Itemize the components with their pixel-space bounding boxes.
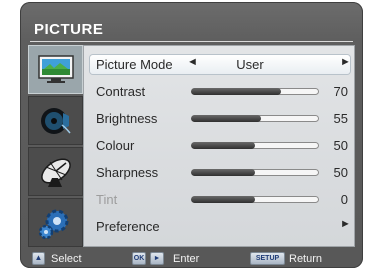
contrast-row[interactable]: Contrast 70 xyxy=(90,82,350,101)
setup-key-icon: SETUP xyxy=(250,252,285,265)
brightness-slider-fill xyxy=(191,115,262,122)
left-arrow-icon[interactable]: ◄ xyxy=(187,56,198,68)
brightness-value: 55 xyxy=(333,111,348,126)
settings-panel: Picture Mode ◄ User ► Contrast 70 Brightne… xyxy=(83,45,355,247)
return-hint: Return xyxy=(289,253,323,265)
picture-mode-value: User xyxy=(236,57,264,72)
sharpness-row[interactable]: Sharpness 50 xyxy=(90,163,350,182)
picture-icon xyxy=(38,55,74,83)
contrast-label: Contrast xyxy=(96,84,146,99)
contrast-slider-fill xyxy=(191,88,281,95)
sharpness-label: Sharpness xyxy=(96,165,159,180)
colour-slider[interactable] xyxy=(191,142,319,149)
enter-hint: Enter xyxy=(173,253,200,265)
picture-mode-label: Picture Mode xyxy=(96,57,173,72)
tint-value: 0 xyxy=(340,192,348,207)
tab-channel[interactable] xyxy=(28,147,83,196)
contrast-value: 70 xyxy=(333,84,348,99)
right-arrow-icon: ► xyxy=(340,218,351,230)
colour-label: Colour xyxy=(96,138,135,153)
tint-slider xyxy=(191,196,319,203)
colour-row[interactable]: Colour 50 xyxy=(90,136,350,155)
tint-row: Tint 0 xyxy=(90,190,350,209)
ok-key-icon: OK xyxy=(132,252,146,265)
satellite-dish-icon xyxy=(41,158,71,187)
colour-slider-fill xyxy=(191,142,255,149)
brightness-row[interactable]: Brightness 55 xyxy=(90,109,350,128)
sharpness-slider-fill xyxy=(191,169,255,176)
select-hint: Select xyxy=(51,253,82,265)
preference-label: Preference xyxy=(96,219,160,234)
preference-row[interactable]: Preference ► xyxy=(90,217,351,236)
menu-title: PICTURE xyxy=(34,21,104,38)
picture-mode-row[interactable]: Picture Mode ◄ User ► xyxy=(90,55,351,74)
sharpness-value: 50 xyxy=(333,165,348,180)
tab-settings[interactable] xyxy=(28,198,83,247)
up-down-arrow-icon: ▲ xyxy=(32,252,45,265)
menu-sidebar xyxy=(28,45,83,247)
brightness-label: Brightness xyxy=(96,111,158,126)
colour-value: 50 xyxy=(333,138,348,153)
tab-audio[interactable] xyxy=(28,96,83,145)
picture-menu-osd: PICTURE Picture Mode ◄ User ► Contrast 7… xyxy=(20,2,363,268)
title-divider xyxy=(30,41,353,42)
right-arrow-key-icon: ► xyxy=(150,252,164,265)
right-arrow-icon[interactable]: ► xyxy=(340,56,351,68)
brightness-slider[interactable] xyxy=(191,115,319,122)
settings-gear-icon xyxy=(38,209,69,240)
sharpness-slider[interactable] xyxy=(191,169,319,176)
contrast-slider[interactable] xyxy=(191,88,319,95)
tint-label: Tint xyxy=(96,192,118,207)
tint-slider-fill xyxy=(191,196,255,203)
footer-hint-bar: ▲ Select OK ► Enter SETUP Return xyxy=(20,249,363,268)
audio-icon xyxy=(41,108,71,134)
tab-picture[interactable] xyxy=(28,45,83,94)
